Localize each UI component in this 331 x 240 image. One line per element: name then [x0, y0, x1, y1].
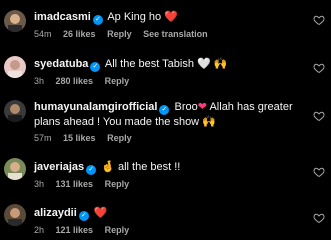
verified-badge-icon: ✓: [78, 211, 89, 221]
like-icon[interactable]: [313, 14, 325, 26]
verified-badge-icon: ✓: [90, 62, 101, 72]
comment-meta: 54m 26 likes Reply See translation: [34, 28, 309, 40]
heart-emoji: ❤: [197, 101, 208, 113]
avatar[interactable]: [4, 204, 26, 226]
username[interactable]: javeriajas: [34, 161, 84, 173]
like-icon[interactable]: [313, 62, 325, 74]
username[interactable]: humayunalamgirofficial: [34, 101, 157, 113]
verified-badge-icon: ✓: [92, 15, 103, 25]
comment-text: javeriajas ✓ 🤞 all the best !!: [34, 161, 181, 175]
avatar[interactable]: [4, 56, 26, 78]
username[interactable]: alizaydii: [34, 207, 77, 219]
comment-meta: 3h 131 likes Reply: [34, 178, 309, 190]
like-icon[interactable]: [313, 110, 325, 122]
avatar[interactable]: [4, 10, 26, 32]
reply-button[interactable]: Reply: [107, 29, 132, 39]
likes-count[interactable]: 15 likes: [63, 133, 96, 143]
emoji: 🤍 🙌: [197, 58, 228, 70]
username[interactable]: imadcasmi: [34, 11, 91, 23]
avatar[interactable]: [4, 158, 26, 180]
reply-button[interactable]: Reply: [105, 225, 130, 235]
username[interactable]: syedatuba: [34, 58, 88, 70]
timestamp: 57m: [34, 133, 52, 143]
emoji: 🙌: [202, 116, 216, 128]
comment-meta: 3h 280 likes Reply: [34, 75, 309, 87]
likes-count[interactable]: 131 likes: [56, 179, 94, 189]
like-icon[interactable]: [313, 212, 325, 224]
timestamp: 54m: [34, 29, 52, 39]
reply-button[interactable]: Reply: [105, 179, 130, 189]
comment-meta: 57m 15 likes Reply: [34, 132, 309, 144]
heart-emoji: ❤️: [164, 11, 178, 23]
see-translation-button[interactable]: See translation: [143, 29, 208, 39]
comment-text: humayunalamgirofficial ✓ Broo❤ Allah has …: [34, 101, 293, 128]
comment-text: syedatuba ✓ All the best Tabish 🤍 🙌: [34, 58, 228, 72]
likes-count[interactable]: 26 likes: [63, 29, 96, 39]
comment-text: alizaydii ✓ ❤️: [34, 206, 309, 221]
comment-text: imadcasmi ✓ Ap King ho ❤️: [34, 11, 178, 25]
like-icon[interactable]: [313, 166, 325, 178]
timestamp: 3h: [34, 179, 45, 189]
likes-count[interactable]: 280 likes: [56, 76, 94, 86]
avatar[interactable]: [4, 100, 26, 122]
heart-emoji: ❤️: [93, 207, 108, 219]
reply-button[interactable]: Reply: [107, 133, 132, 143]
timestamp: 2h: [34, 225, 45, 235]
comment-meta: 2h 121 likes Reply: [34, 224, 309, 236]
timestamp: 3h: [34, 76, 45, 86]
reply-button[interactable]: Reply: [105, 76, 130, 86]
verified-badge-icon: ✓: [159, 105, 170, 115]
verified-badge-icon: ✓: [86, 165, 97, 175]
emoji: 🤞: [101, 161, 115, 173]
likes-count[interactable]: 121 likes: [56, 225, 94, 235]
